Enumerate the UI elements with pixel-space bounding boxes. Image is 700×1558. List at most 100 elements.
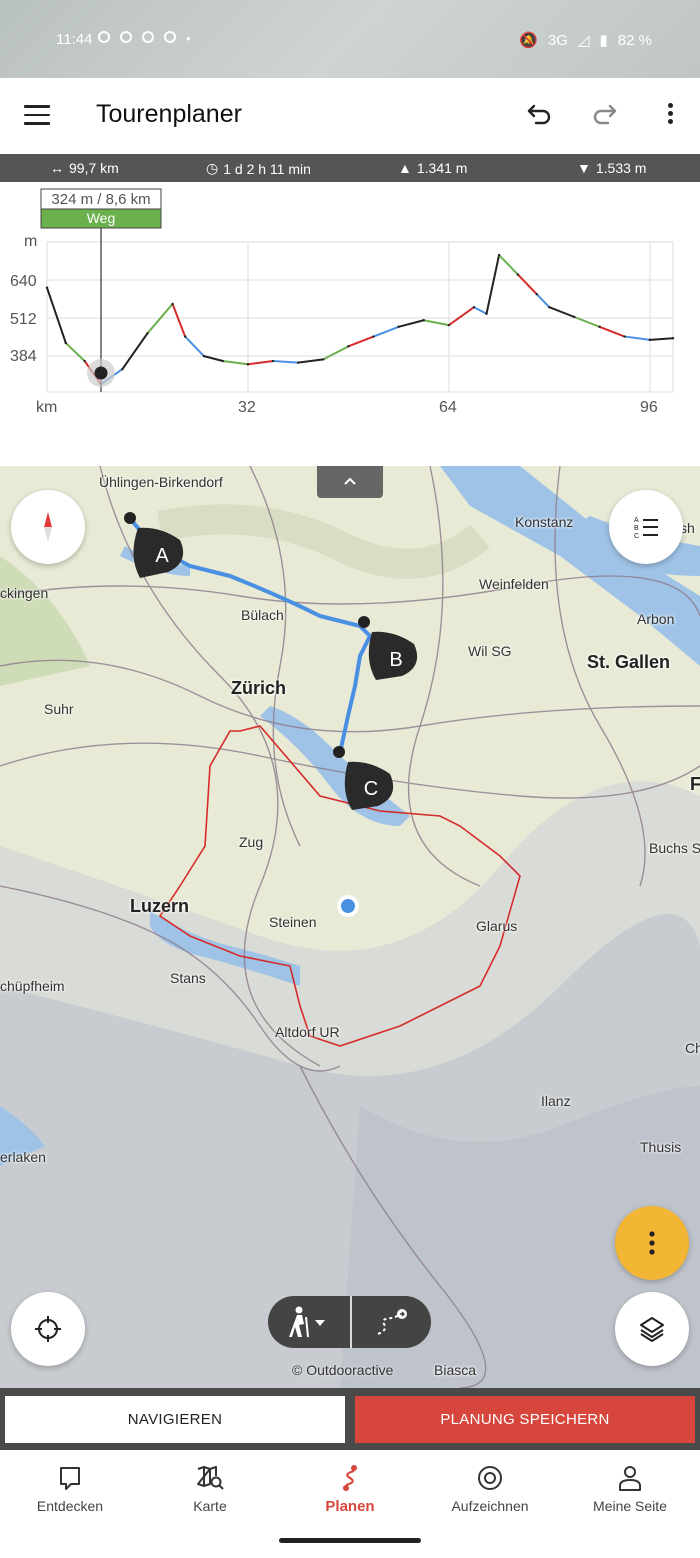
nav-item-entdecken[interactable]: Entdecken xyxy=(0,1464,140,1514)
map-label-glarus: Glarus xyxy=(476,918,518,934)
waypoint-list-button[interactable]: A B C xyxy=(609,490,683,564)
map-label-erlaken: erlaken xyxy=(0,1149,46,1165)
ascent-triangle-icon: ▲ xyxy=(398,160,412,176)
redo-icon[interactable] xyxy=(590,100,618,128)
elevation-point xyxy=(535,292,538,296)
elevation-point xyxy=(271,359,275,363)
elevation-segment xyxy=(648,337,674,341)
elevation-segment xyxy=(422,319,450,327)
x-axis-unit: km xyxy=(36,399,57,416)
nav-label-meine-seite: Meine Seite xyxy=(593,1498,667,1514)
page-title: Tourenplaner xyxy=(96,100,242,128)
hiking-mode-dropdown[interactable] xyxy=(268,1296,350,1348)
elevation-segment xyxy=(221,360,249,366)
undo-icon[interactable] xyxy=(526,100,554,128)
map-label-konstanz: Konstanz xyxy=(515,514,574,530)
elevation-point xyxy=(548,306,551,309)
map-background[interactable]: A B C xyxy=(0,466,700,1388)
elevation-segment xyxy=(121,332,149,371)
locate-me-button[interactable] xyxy=(11,1292,85,1366)
home-indicator[interactable] xyxy=(279,1538,421,1543)
descent-triangle-icon: ▼ xyxy=(577,160,591,176)
elevation-point xyxy=(671,336,675,340)
nav-item-karte[interactable]: Karte xyxy=(140,1464,280,1514)
compass-button[interactable] xyxy=(11,490,85,564)
elevation-point xyxy=(472,306,476,309)
system-icons: 🔕 3G ◿ ▮ 82 % xyxy=(519,31,652,50)
notification-icons: • xyxy=(98,31,191,46)
tour-stats-bar: ↔ 99,7 km ◷ 1 d 2 h 11 min ▲ 1.341 m ▼ 1… xyxy=(0,154,700,182)
x-tick-96: 96 xyxy=(640,399,658,416)
elevation-point xyxy=(372,335,375,338)
route-snap-toggle[interactable] xyxy=(352,1296,431,1348)
nav-item-planen[interactable]: Planen xyxy=(280,1464,420,1515)
navigate-button[interactable]: NAVIGIEREN xyxy=(5,1396,345,1443)
map-label-chupfheim: chüpfheim xyxy=(0,978,65,994)
nav-label-planen: Planen xyxy=(325,1498,375,1515)
elevation-point xyxy=(202,354,206,358)
elevation-point xyxy=(45,286,49,289)
nav-item-aufzeichnen[interactable]: Aufzeichnen xyxy=(420,1464,560,1514)
chevron-down-icon xyxy=(315,1320,325,1326)
route-snap-icon xyxy=(377,1309,407,1335)
map-label-stans: Stans xyxy=(170,970,206,986)
svg-text:A: A xyxy=(634,517,639,524)
elevation-segment xyxy=(498,254,519,276)
more-options-icon[interactable] xyxy=(656,100,684,128)
app-notification-icon xyxy=(120,31,132,43)
map-label-zurich: Zürich xyxy=(231,678,287,698)
elevation-chart-svg[interactable]: m 640 512 384 km 32 64 96 324 m / 8,6 km… xyxy=(0,182,700,466)
descent-value: 1.533 m xyxy=(595,160,647,176)
elevation-point xyxy=(296,361,300,364)
elevation-point xyxy=(183,335,187,338)
elevation-point xyxy=(648,338,651,342)
compass-icon xyxy=(44,512,52,542)
elevation-segment xyxy=(171,302,187,338)
elevation-segment xyxy=(246,360,275,366)
elevation-point xyxy=(516,273,520,276)
routing-mode-selector[interactable] xyxy=(268,1296,431,1348)
map-layers-button[interactable] xyxy=(615,1292,689,1366)
elevation-segment xyxy=(447,306,475,327)
elevation-profile[interactable]: m 640 512 384 km 32 64 96 324 m / 8,6 km… xyxy=(0,182,700,466)
elevation-segment xyxy=(485,254,501,315)
position-cursor-dot[interactable] xyxy=(94,366,108,380)
photo-notification-icon xyxy=(142,31,154,43)
y-tick-512: 512 xyxy=(10,311,37,328)
person-icon xyxy=(619,1466,641,1491)
list-abc-icon: A B C xyxy=(634,517,658,540)
elevation-segment xyxy=(297,358,325,364)
map-label-ilanz: Ilanz xyxy=(541,1093,571,1109)
elevation-point xyxy=(573,315,576,319)
svg-text:B: B xyxy=(389,649,402,671)
save-plan-button[interactable]: PLANUNG SPEICHERN xyxy=(355,1396,695,1443)
collapse-chart-button[interactable] xyxy=(317,466,383,498)
status-bar: 11:44 • 🔕 3G ◿ ▮ 82 % xyxy=(0,0,700,78)
y-axis-unit: m xyxy=(24,233,37,250)
descent-stat: ▼ 1.533 m xyxy=(577,160,646,176)
elevation-point xyxy=(146,332,149,335)
ascent-value: 1.341 m xyxy=(416,160,468,176)
action-buttons: NAVIGIEREN PLANUNG SPEICHERN xyxy=(0,1388,700,1450)
map-label-altdorf: Altdorf UR xyxy=(275,1024,340,1040)
app-bar: Tourenplaner xyxy=(0,78,700,154)
map-label-arbon: Arbon xyxy=(637,611,675,627)
map-label-buchs: Buchs S xyxy=(649,840,700,856)
svg-text:C: C xyxy=(634,533,639,540)
more-actions-button[interactable] xyxy=(615,1206,689,1280)
chevron-up-icon xyxy=(344,477,356,485)
tooltip-value: 324 m / 8,6 km xyxy=(51,191,150,208)
map-view[interactable]: A B C Ühlingen-Birkendorf Konstanz sh We… xyxy=(0,466,700,1388)
map-label-f: F xyxy=(690,774,700,794)
svg-text:B: B xyxy=(634,525,639,532)
hamburger-menu-icon[interactable] xyxy=(24,105,50,125)
elevation-point xyxy=(221,359,225,363)
y-tick-640: 640 xyxy=(10,273,37,290)
elevation-point xyxy=(485,312,488,315)
elevation-segment xyxy=(146,302,174,335)
nav-label-entdecken: Entdecken xyxy=(36,1498,104,1514)
nav-item-meine-seite[interactable]: Meine Seite xyxy=(560,1464,700,1514)
elevation-point xyxy=(598,325,601,328)
elevation-segment xyxy=(46,286,67,345)
map-label-luzern: Luzern xyxy=(130,896,190,916)
